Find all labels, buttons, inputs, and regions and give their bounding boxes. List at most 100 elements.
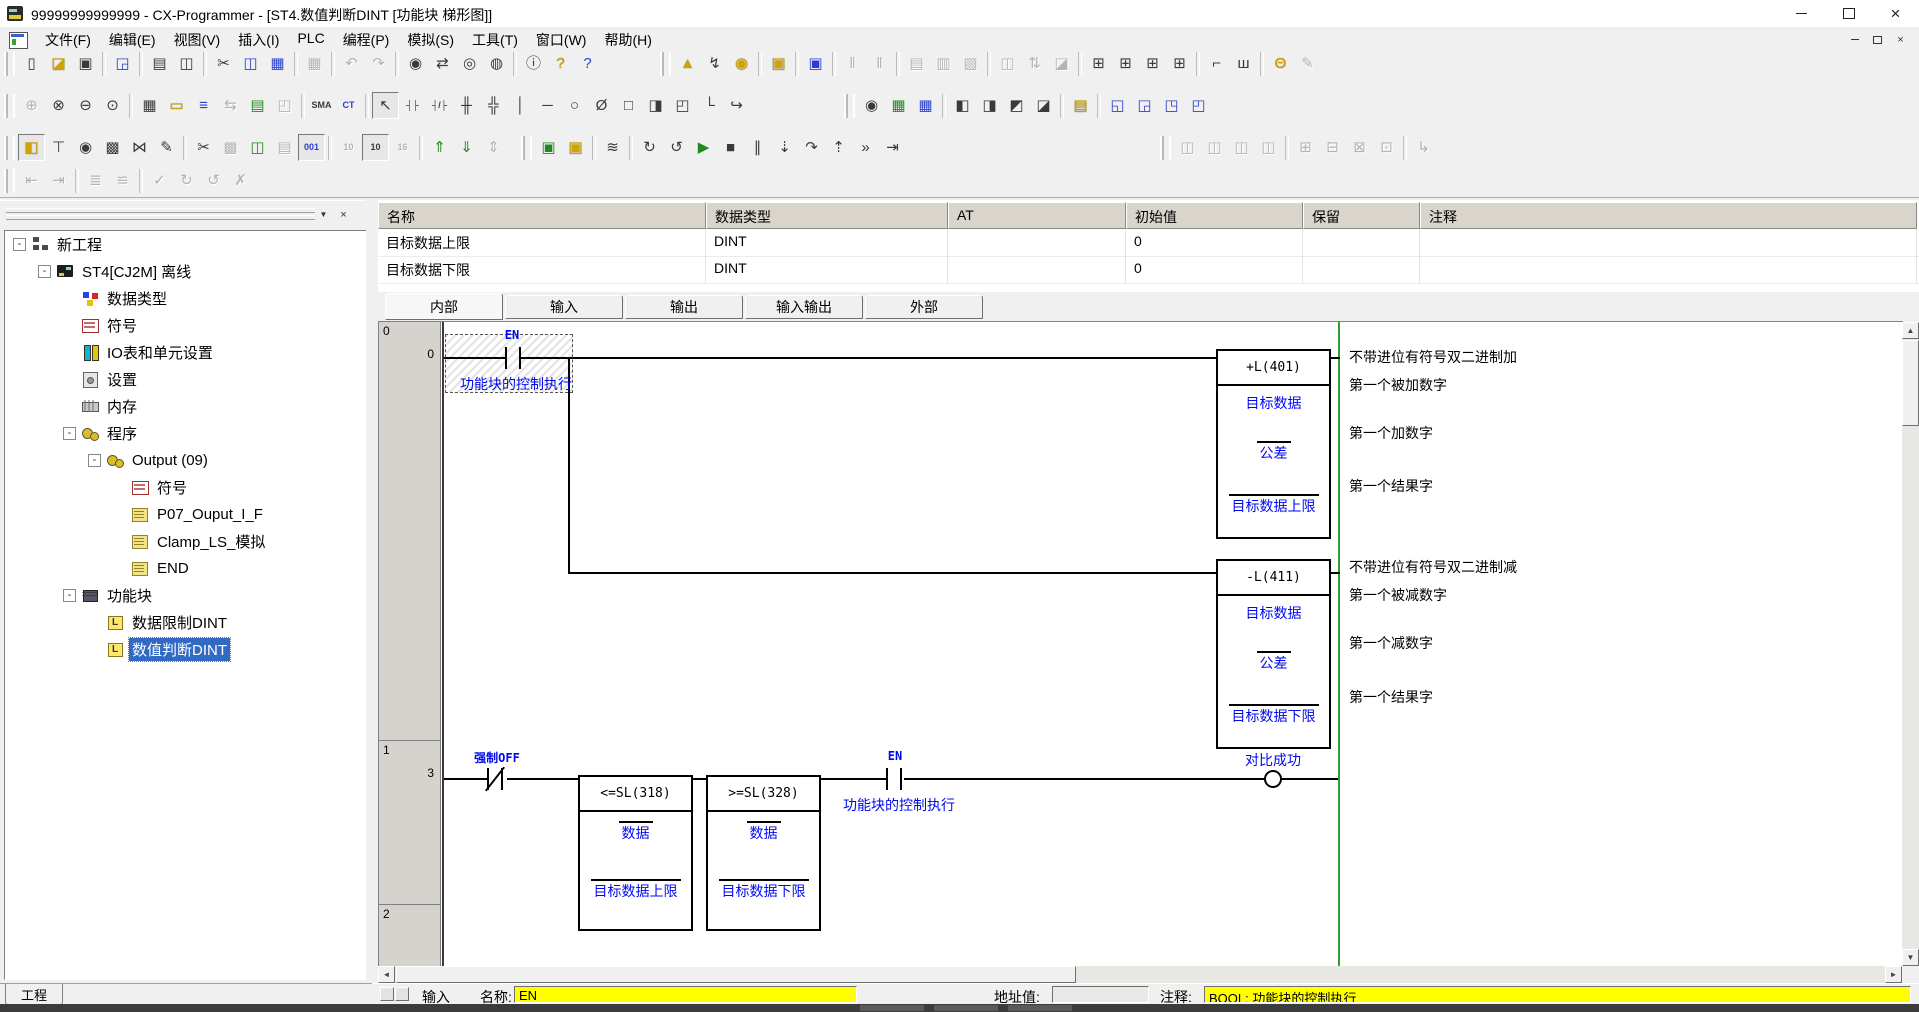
debug-window-4-icon[interactable]: ◫ xyxy=(1255,134,1282,161)
rung-margin-2[interactable]: 2 xyxy=(379,905,441,967)
radix-hex-icon[interactable]: 16 xyxy=(389,134,416,161)
radix-decimal-signed-icon[interactable]: 10 xyxy=(335,134,362,161)
toolbar-grip[interactable] xyxy=(1160,136,1171,160)
rung-comment-text[interactable]: 第一个被加数字 xyxy=(1349,375,1447,395)
zoom-fit-icon[interactable]: ⊙ xyxy=(99,92,126,119)
tree-item-programs[interactable]: -程序 xyxy=(5,420,367,447)
differentiate-icon[interactable]: ✗ xyxy=(227,167,254,194)
pane-split-button-1[interactable] xyxy=(380,987,394,1001)
find-address-icon[interactable]: ◍ xyxy=(483,50,510,77)
status-address-value[interactable] xyxy=(1052,986,1149,1003)
time-chart-icon[interactable]: ш xyxy=(1230,50,1257,77)
contact-en-rung1[interactable] xyxy=(886,768,888,790)
zoom-region-icon[interactable]: ⊗ xyxy=(45,92,72,119)
watch-icon[interactable]: ◉ xyxy=(728,50,755,77)
tree-item-io-table[interactable]: IO表和单元设置 xyxy=(5,339,367,366)
debug-window-3-icon[interactable]: ◫ xyxy=(1228,134,1255,161)
step-into-icon[interactable]: ⇣ xyxy=(771,134,798,161)
variable-cell[interactable] xyxy=(948,229,1126,256)
variable-cell[interactable] xyxy=(1420,256,1917,283)
transfer-fb-icon[interactable]: ◪ xyxy=(1048,50,1075,77)
rung-comment-text[interactable]: 第一个结果字 xyxy=(1349,476,1433,496)
status-comment-value[interactable]: BOOL: 功能块的控制执行 xyxy=(1204,986,1911,1003)
smart-input-icon[interactable]: SMA xyxy=(308,92,335,119)
variable-cell[interactable] xyxy=(948,256,1126,283)
debug-window-2-icon[interactable]: ◫ xyxy=(1201,134,1228,161)
coil-tool-icon[interactable]: ○ xyxy=(561,92,588,119)
undo-icon[interactable]: ↶ xyxy=(338,50,365,77)
panel-splitter[interactable] xyxy=(366,200,378,983)
network-view-icon[interactable]: ≋ xyxy=(599,134,626,161)
horizontal-tool-icon[interactable]: ─ xyxy=(534,92,561,119)
column-header-3[interactable]: AT xyxy=(948,202,1126,229)
scroll-thumb[interactable] xyxy=(396,966,1076,983)
new-file-icon[interactable]: ▯ xyxy=(18,50,45,77)
variable-cell[interactable]: 0 xyxy=(1126,229,1303,256)
cut-icon[interactable]: ✂ xyxy=(210,50,237,77)
rung-comment-text[interactable]: 第一个被减数字 xyxy=(1349,585,1447,605)
expand-box[interactable]: - xyxy=(88,454,101,467)
paste-special-icon[interactable]: ▦ xyxy=(301,50,328,77)
select-tool-icon[interactable]: ↖ xyxy=(372,92,399,119)
minimize-button[interactable] xyxy=(1778,0,1825,27)
workspace-toggle-icon[interactable]: ◧ xyxy=(18,134,45,161)
block-add-401[interactable]: +L(401)目标数据公差目标数据上限 xyxy=(1216,349,1331,539)
tree-item-section-end[interactable]: END xyxy=(5,555,367,582)
inverse-tool-icon[interactable]: └ xyxy=(696,92,723,119)
io-table-4-icon[interactable]: ⊞ xyxy=(1166,50,1193,77)
expand-box[interactable]: - xyxy=(63,589,76,602)
fb-generate-icon[interactable]: ▦ xyxy=(912,92,939,119)
sim-play-icon[interactable]: ▶ xyxy=(690,134,717,161)
zoom-out-icon[interactable]: ⊖ xyxy=(72,92,99,119)
transfer-compare-icon[interactable]: ⇕ xyxy=(480,134,507,161)
tree-item-section-clamp[interactable]: Clamp_LS_模拟 xyxy=(5,528,367,555)
fb-protect-icon[interactable]: ▩ xyxy=(217,134,244,161)
tab-project[interactable]: 工程 xyxy=(5,984,63,1005)
tree-item-new-project[interactable]: -新工程 xyxy=(5,231,367,258)
variable-cell[interactable]: 目标数据上限 xyxy=(378,229,706,256)
status-name-value[interactable]: EN xyxy=(514,986,857,1003)
address-monitor-4-icon[interactable]: ◪ xyxy=(1030,92,1057,119)
tree-item-function-blocks[interactable]: -功能块 xyxy=(5,582,367,609)
variable-cell[interactable]: 0 xyxy=(1126,256,1303,283)
window-tile-v-icon[interactable]: ◳ xyxy=(1158,92,1185,119)
fb-split-icon[interactable]: ✂ xyxy=(190,134,217,161)
tab-2[interactable]: 输入 xyxy=(505,295,623,319)
jump-tool-icon[interactable]: ↪ xyxy=(723,92,750,119)
tree-item-symbols-output[interactable]: 符号 xyxy=(5,474,367,501)
column-header-1[interactable]: 名称 xyxy=(378,202,706,229)
contact-open-tool-icon[interactable]: ┤├ xyxy=(399,92,426,119)
rung-comment-text[interactable]: 不带进位有符号双二进制减 xyxy=(1349,557,1517,577)
copy-icon[interactable]: ◫ xyxy=(237,50,264,77)
monitor-data-icon[interactable]: ▣ xyxy=(765,50,792,77)
properties-icon[interactable]: ✎ xyxy=(153,134,180,161)
radix-decimal-icon[interactable]: 10 xyxy=(362,134,389,161)
step-over-icon[interactable]: ↷ xyxy=(798,134,825,161)
rung-comment-icon[interactable]: ▭ xyxy=(163,92,190,119)
or-contact-open-tool-icon[interactable]: ╫ xyxy=(453,92,480,119)
scroll-up-button[interactable]: ▲ xyxy=(1902,322,1919,339)
simulator-online-icon[interactable]: ▣ xyxy=(535,134,562,161)
vertical-tool-icon[interactable]: │ xyxy=(507,92,534,119)
coil-compare-ok[interactable] xyxy=(1264,770,1282,788)
fb-verify-icon[interactable]: ▦ xyxy=(885,92,912,119)
force-cancel-icon[interactable]: ↺ xyxy=(200,167,227,194)
toolbar-grip[interactable] xyxy=(4,94,15,118)
address-monitor-1-icon[interactable]: ◧ xyxy=(949,92,976,119)
rung-comment-text[interactable]: 第一个减数字 xyxy=(1349,633,1433,653)
toolbar-grip[interactable] xyxy=(660,52,671,76)
compare-program-icon[interactable]: ◫ xyxy=(994,50,1021,77)
auto-connect-icon[interactable]: CT xyxy=(335,92,362,119)
rung-list-icon[interactable]: ≡ xyxy=(190,92,217,119)
save-file-icon[interactable]: ▣ xyxy=(72,50,99,77)
compile-icon[interactable]: ⊤ xyxy=(45,134,72,161)
find-report-icon[interactable]: ◲ xyxy=(109,50,136,77)
variable-cell[interactable]: 目标数据下限 xyxy=(378,256,706,283)
work-online-icon[interactable]: ↯ xyxy=(701,50,728,77)
watch-window-icon[interactable]: ▣ xyxy=(802,50,829,77)
watch-chart-icon[interactable]: ◉ xyxy=(72,134,99,161)
open-file-icon[interactable]: ◪ xyxy=(45,50,72,77)
print-preview-icon[interactable]: ◫ xyxy=(173,50,200,77)
toolbar-grip[interactable] xyxy=(4,52,15,76)
local-symbols-icon[interactable]: ◰ xyxy=(271,92,298,119)
